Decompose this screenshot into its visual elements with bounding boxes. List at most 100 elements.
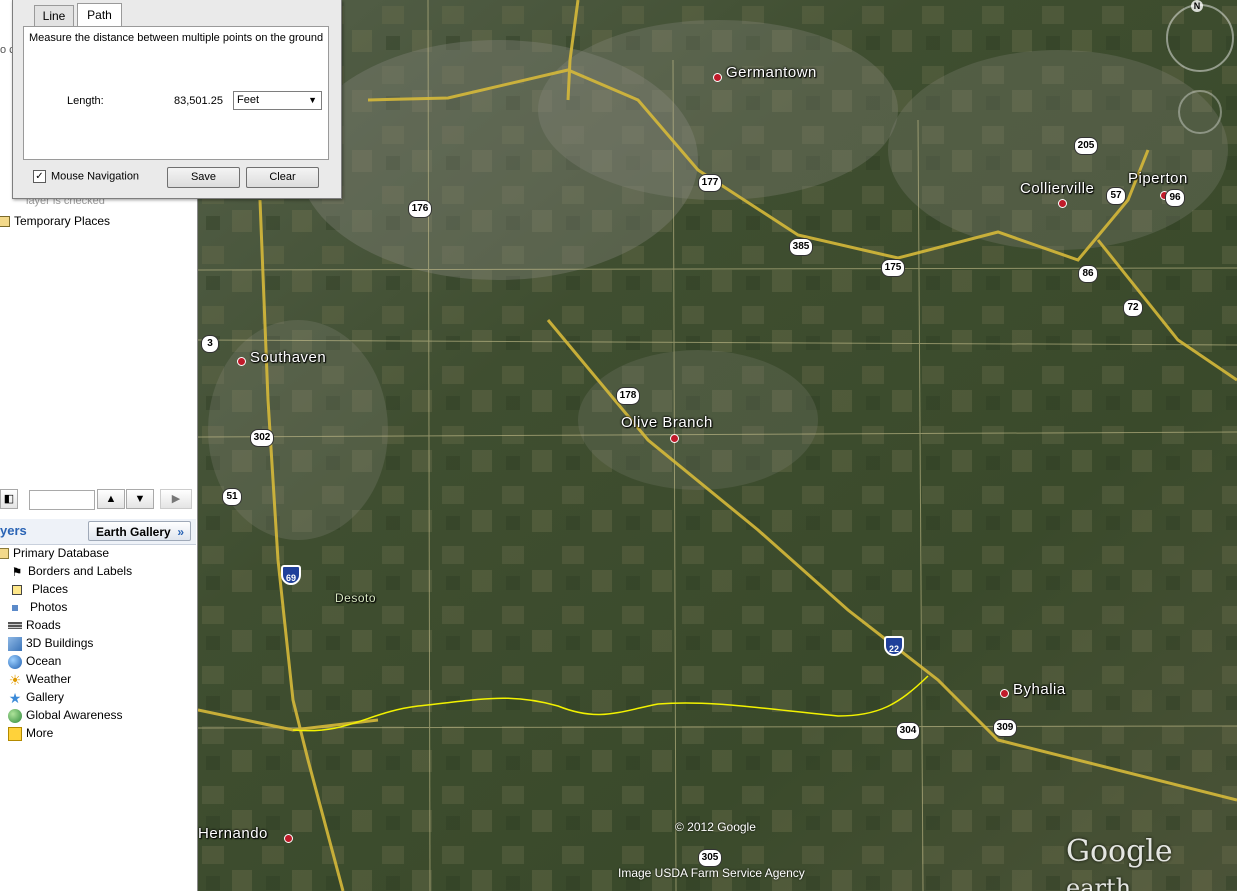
chevron-right-icon: ▶ (171, 493, 181, 505)
layer-item-places[interactable]: Places (10, 580, 68, 598)
layer-item-primary-database[interactable]: Primary Database (0, 544, 109, 562)
layer-label: Primary Database (13, 546, 110, 560)
place-dot (1058, 199, 1067, 208)
place-hernando: Hernando (198, 825, 268, 842)
route-shield: 177 (698, 174, 722, 192)
route-shield: 304 (896, 722, 920, 740)
folder-icon (0, 216, 10, 228)
place-germantown: Germantown (726, 64, 817, 81)
place-olive-branch: Olive Branch (621, 414, 713, 431)
place-byhalia: Byhalia (1013, 681, 1066, 698)
unit-select[interactable]: Feet ▼ (233, 91, 322, 110)
place-dot (284, 834, 293, 843)
route-shield: 178 (616, 387, 640, 405)
places-icon (12, 584, 22, 595)
layer-item-global-awareness[interactable]: Global Awareness (8, 706, 123, 724)
checkbox-check-icon: ✓ (33, 170, 46, 183)
earth-gallery-label: Earth Gallery (96, 525, 171, 539)
place-dot (670, 434, 679, 443)
more-icon (8, 726, 22, 741)
arrow-down-icon: ▼ (134, 493, 146, 505)
photos-icon (12, 604, 18, 611)
layer-label: 3D Buildings (26, 636, 94, 650)
length-value: 83,501.25 (174, 95, 223, 107)
places-toolbar: ◧ ▲ ▼ ▶ (0, 487, 196, 515)
copyright-text: © 2012 Google (675, 820, 756, 834)
look-joystick[interactable] (1178, 90, 1222, 134)
mouse-navigation-checkbox[interactable]: ✓ Mouse Navigation (33, 170, 139, 183)
temporary-places-item[interactable]: Temporary Places (0, 212, 110, 230)
google-earth-logo: Google earth (1066, 834, 1237, 891)
ocean-icon (8, 654, 22, 669)
weather-icon: ☀ (8, 671, 22, 688)
gallery-icon: ★ (8, 689, 22, 706)
move-up-button[interactable]: ▲ (97, 489, 125, 509)
earth-gallery-button[interactable]: Earth Gallery » (88, 521, 191, 541)
place-dot (237, 357, 246, 366)
satellite-imagery (198, 0, 1237, 891)
arrow-up-icon: ▲ (105, 493, 117, 505)
move-down-button[interactable]: ▼ (126, 489, 154, 509)
route-shield: 176 (408, 200, 432, 218)
place-piperton: Piperton (1128, 170, 1188, 187)
layer-item-ocean[interactable]: Ocean (8, 652, 61, 670)
compass-north-icon[interactable]: N (1191, 0, 1203, 12)
save-button[interactable]: Save (167, 167, 240, 188)
layers-title: yers (0, 523, 27, 538)
route-shield: 205 (1074, 137, 1098, 155)
layer-label: Photos (30, 600, 68, 614)
place-collierville: Collierville (1020, 180, 1095, 197)
route-shield: 305 (698, 849, 722, 867)
borders-icon: ⚑ (11, 564, 23, 579)
layer-label: More (26, 726, 54, 740)
roads-icon (8, 622, 22, 630)
tab-line[interactable]: Line (34, 5, 74, 26)
layers-header: yers Earth Gallery » (0, 519, 196, 545)
clear-button[interactable]: Clear (246, 167, 319, 188)
layer-item-gallery[interactable]: ★ Gallery (8, 688, 64, 706)
layer-item-borders-and-labels[interactable]: ⚑ Borders and Labels (10, 562, 132, 580)
route-shield: 96 (1165, 189, 1185, 207)
imagery-credit: Image USDA Farm Service Agency (618, 866, 805, 880)
places-search-field[interactable] (29, 490, 95, 510)
layer-item-weather[interactable]: ☀ Weather (8, 670, 71, 688)
ruler-description: Measure the distance between multiple po… (29, 32, 324, 44)
route-shield: 51 (222, 488, 242, 506)
route-shield: 309 (993, 719, 1017, 737)
chevron-down-icon: ▼ (308, 95, 317, 105)
layer-item-more[interactable]: More (8, 724, 53, 742)
globe-icon (8, 708, 22, 723)
map-view[interactable]: N Germantown Collierville Piperton South… (198, 0, 1237, 891)
compass-ring[interactable] (1166, 4, 1234, 72)
unit-selected-value: Feet (237, 94, 260, 106)
temporary-places-label: Temporary Places (14, 214, 111, 228)
layer-item-roads[interactable]: Roads (8, 616, 61, 634)
layer-label: Global Awareness (26, 708, 123, 722)
interstate-shield: 22 (884, 636, 904, 656)
length-label: Length: (67, 95, 104, 107)
folder-icon (0, 548, 9, 560)
route-shield: 72 (1123, 299, 1143, 317)
expand-button[interactable]: ▶ (160, 489, 192, 509)
layer-label: Borders and Labels (28, 564, 133, 578)
layer-label: Places (32, 582, 69, 596)
layer-item-photos[interactable]: Photos (10, 598, 67, 616)
buildings-icon (8, 636, 22, 651)
logo-main: Google (1066, 834, 1173, 869)
place-desoto: Desoto (335, 591, 377, 605)
layer-label: Weather (26, 672, 72, 686)
logo-sub: earth (1066, 874, 1132, 891)
route-shield: 3 (201, 335, 219, 353)
panel-toggle-button[interactable]: ◧ (0, 489, 18, 509)
place-southaven: Southaven (250, 349, 327, 366)
mouse-navigation-label: Mouse Navigation (51, 170, 140, 183)
chevron-double-right-icon: » (177, 525, 184, 539)
place-dot (1000, 689, 1009, 698)
place-dot (713, 73, 722, 82)
layer-item-3d-buildings[interactable]: 3D Buildings (8, 634, 93, 652)
route-shield: 86 (1078, 265, 1098, 283)
route-shield: 175 (881, 259, 905, 277)
tab-path[interactable]: Path (77, 3, 122, 26)
interstate-shield: 69 (281, 565, 301, 585)
route-shield: 302 (250, 429, 274, 447)
